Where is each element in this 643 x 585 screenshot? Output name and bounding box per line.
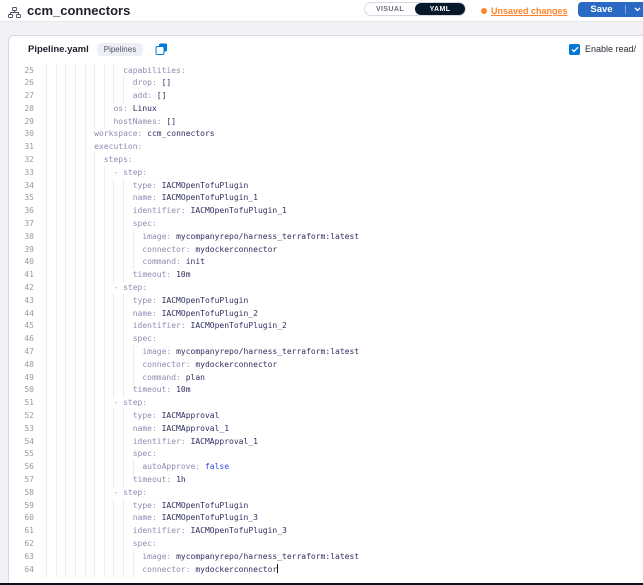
line-number: 43 [9,295,34,308]
save-button[interactable]: Save [578,2,625,17]
file-name: Pipeline.yaml [28,44,89,55]
entity-type-badge: Pipelines [97,43,143,56]
toggle-option-yaml[interactable]: YAML [415,3,465,15]
unsaved-changes-link[interactable]: Unsaved changes [491,6,568,16]
line-number: 26 [9,77,34,90]
line-number: 49 [9,372,34,385]
chevron-down-icon [634,7,641,12]
line-number: 55 [9,448,34,461]
code-line[interactable]: 64 connector: mydockerconnector [9,564,643,577]
unsaved-dot-icon [481,8,487,14]
line-number: 59 [9,500,34,513]
line-number: 63 [9,551,34,564]
code-line[interactable]: 31 execution: [9,141,643,154]
code-line[interactable]: 29 hostNames: [] [9,116,643,129]
line-number: 51 [9,397,34,410]
enable-edit-control[interactable]: Enable read/ [569,36,636,62]
line-number: 48 [9,359,34,372]
line-number: 40 [9,256,34,269]
line-number: 56 [9,461,34,474]
line-number: 34 [9,180,34,193]
line-number: 61 [9,525,34,538]
toggle-option-visual[interactable]: VISUAL [365,3,415,15]
pipeline-studio-window: ccm_connectors VISUAL YAML Unsaved chang… [0,0,643,585]
line-number: 41 [9,269,34,282]
line-number: 32 [9,154,34,167]
line-number: 35 [9,192,34,205]
visual-yaml-toggle[interactable]: VISUAL YAML [364,2,466,16]
line-number: 58 [9,487,34,500]
line-number: 47 [9,346,34,359]
yaml-editor-panel: Pipeline.yaml Pipelines Enable read/ 25 … [8,35,643,585]
editor-tabbar: Pipeline.yaml Pipelines Enable read/ [9,36,643,62]
line-number: 38 [9,231,34,244]
unsaved-changes: Unsaved changes [481,0,568,22]
line-number: 57 [9,474,34,487]
line-number: 25 [9,65,34,78]
enable-edit-label: Enable read/ [585,44,636,54]
line-number: 39 [9,244,34,257]
line-number: 30 [9,128,34,141]
line-number: 31 [9,141,34,154]
checkbox-checked-icon[interactable] [569,44,580,55]
pipeline-title: ccm_connectors [27,0,130,22]
line-number: 46 [9,333,34,346]
line-number: 37 [9,218,34,231]
copy-icon[interactable] [155,43,168,56]
pipeline-icon [8,5,21,23]
line-number: 36 [9,205,34,218]
save-dropdown-button[interactable] [626,2,643,17]
line-number: 64 [9,564,34,577]
line-number: 50 [9,384,34,397]
line-number: 42 [9,282,34,295]
line-number: 28 [9,103,34,116]
line-number: 54 [9,436,34,449]
line-number: 29 [9,116,34,129]
line-number: 44 [9,308,34,321]
line-number: 45 [9,320,34,333]
code-line[interactable]: 30 workspace: ccm_connectors [9,128,643,141]
line-number: 52 [9,410,34,423]
line-number: 53 [9,423,34,436]
top-header: ccm_connectors VISUAL YAML Unsaved chang… [0,0,643,22]
yaml-editor[interactable]: 25 capabilities:26 drop: []27 add: []28 … [9,62,643,585]
line-number: 62 [9,538,34,551]
save-split-button: Save [578,2,643,17]
line-number: 33 [9,167,34,180]
line-number: 27 [9,90,34,103]
text-cursor [277,564,278,573]
line-number: 60 [9,512,34,525]
